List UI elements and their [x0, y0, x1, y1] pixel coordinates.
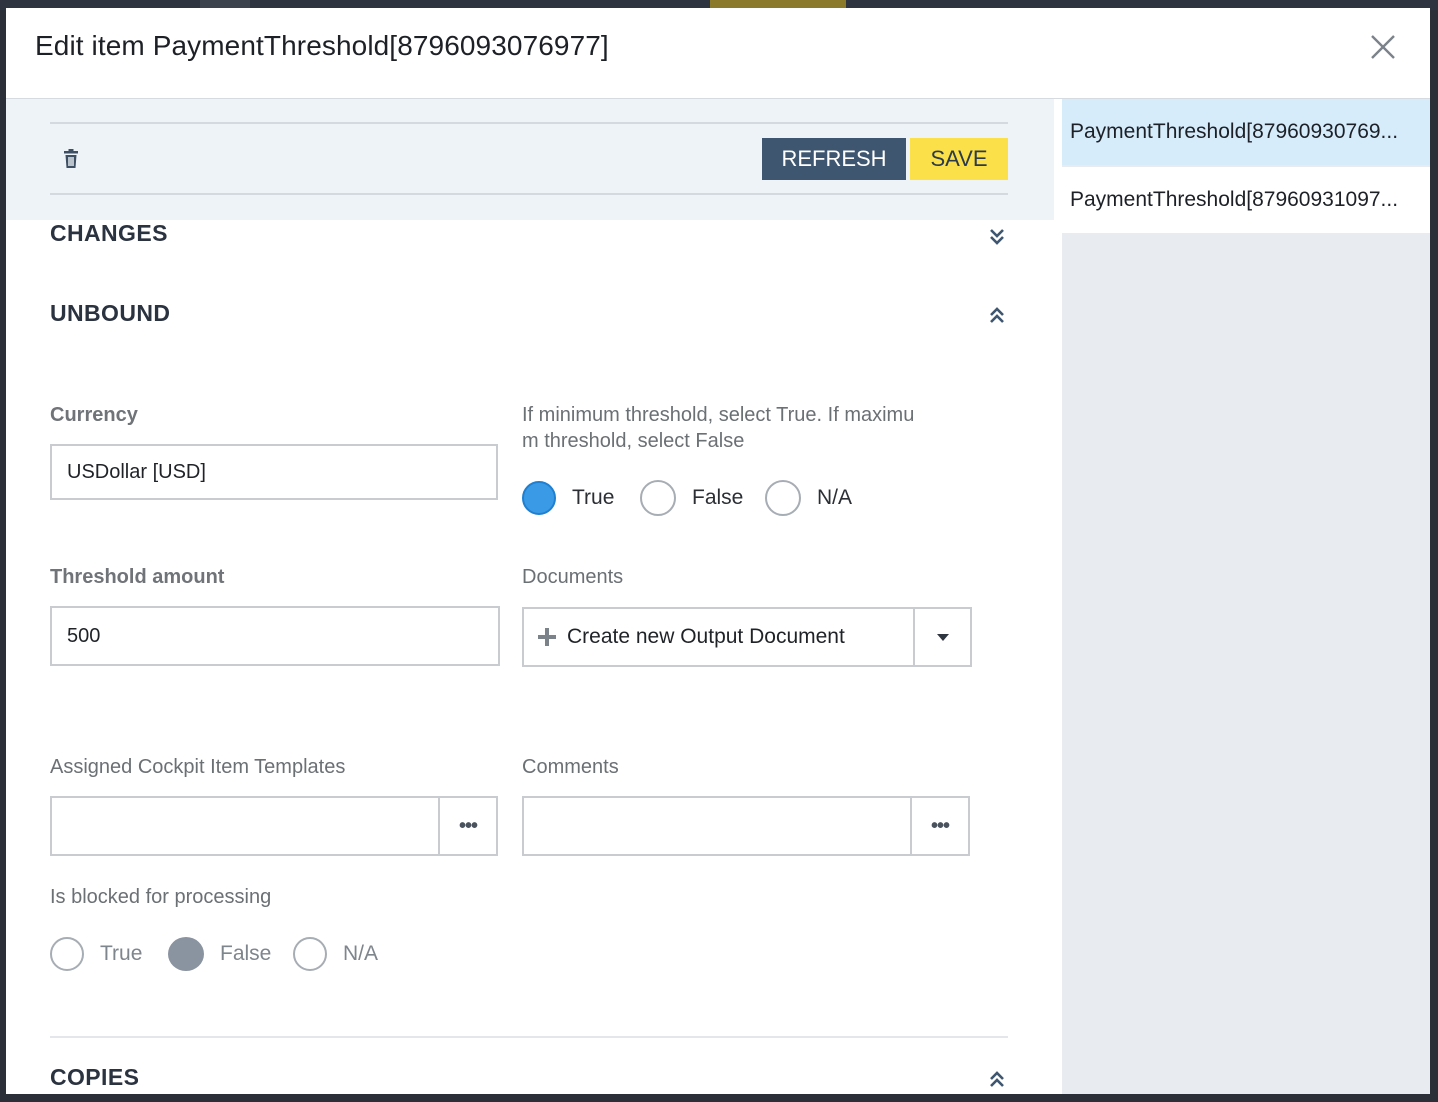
chevron-double-down-icon[interactable] — [987, 226, 1007, 248]
close-icon[interactable] — [1366, 30, 1400, 64]
threshold-amount-value: 500 — [67, 624, 101, 647]
radio-label-na: N/A — [343, 942, 379, 965]
create-output-document-button[interactable]: Create new Output Document — [524, 609, 914, 665]
documents-select: Create new Output Document — [522, 607, 972, 667]
cockpit-templates-label: Assigned Cockpit Item Templates — [50, 756, 346, 778]
radio-unselected-icon — [50, 937, 84, 971]
currency-field[interactable]: USDollar [USD] — [50, 444, 498, 500]
modal-header: Edit item PaymentThreshold[8796093076977… — [6, 8, 1430, 99]
radio-label-true: True — [572, 486, 615, 509]
min-threshold-radio-true[interactable]: True — [522, 480, 614, 516]
more-options-icon[interactable]: ••• — [912, 798, 968, 854]
list-item[interactable]: PaymentThreshold[87960930769... — [1062, 99, 1430, 165]
min-threshold-label-line2: m threshold, select False — [522, 430, 745, 452]
section-title-unbound[interactable]: UNBOUND — [50, 300, 170, 327]
editor-toolbar: REFRESH SAVE — [6, 99, 1054, 220]
create-output-document-label: Create new Output Document — [567, 625, 845, 648]
cockpit-templates-field: ••• — [50, 796, 498, 856]
save-button[interactable]: SAVE — [910, 138, 1008, 180]
comments-label: Comments — [522, 756, 619, 778]
chevron-double-up-icon[interactable] — [987, 1069, 1007, 1091]
radio-label-na: N/A — [817, 486, 853, 509]
radio-label-true: True — [100, 942, 143, 965]
trash-icon[interactable] — [62, 148, 80, 170]
item-list-pane: PaymentThreshold[87960930769... PaymentT… — [1062, 99, 1430, 1094]
currency-label: Currency — [50, 404, 138, 426]
section-title-changes[interactable]: CHANGES — [50, 220, 168, 247]
list-item[interactable]: PaymentThreshold[87960931097... — [1062, 167, 1430, 233]
list-item-label: PaymentThreshold[87960931097... — [1070, 188, 1399, 211]
radio-unselected-icon — [293, 937, 327, 971]
threshold-amount-field[interactable]: 500 — [50, 606, 500, 666]
min-threshold-radio-group: True False N/A — [522, 480, 942, 516]
comments-field: ••• — [522, 796, 970, 856]
min-threshold-radio-false[interactable]: False — [640, 480, 743, 516]
radio-selected-icon — [522, 481, 556, 515]
blocked-radio-false[interactable]: False — [168, 936, 271, 972]
section-title-copies[interactable]: COPIES — [50, 1064, 139, 1091]
list-item-label: PaymentThreshold[87960930769... — [1070, 120, 1399, 143]
radio-label-false: False — [220, 942, 272, 965]
comments-input[interactable] — [524, 798, 910, 854]
editor-pane: REFRESH SAVE CHANGES UNBOUND Currency US… — [6, 99, 1054, 1094]
min-threshold-label-line1: If minimum threshold, select True. If ma… — [522, 404, 915, 426]
edit-item-modal: Edit item PaymentThreshold[8796093076977… — [6, 8, 1430, 1094]
cockpit-templates-input[interactable] — [52, 798, 438, 854]
blocked-label: Is blocked for processing — [50, 886, 272, 908]
blocked-radio-group: True False N/A — [50, 936, 410, 972]
radio-unselected-icon — [640, 480, 676, 516]
blocked-radio-na[interactable]: N/A — [293, 936, 378, 972]
radio-unselected-icon — [765, 480, 801, 516]
modal-title: Edit item PaymentThreshold[8796093076977… — [35, 30, 609, 61]
radio-selected-icon — [168, 937, 204, 971]
documents-label: Documents — [522, 566, 624, 588]
currency-value: USDollar [USD] — [67, 460, 206, 483]
chevron-double-up-icon[interactable] — [987, 305, 1007, 327]
min-threshold-radio-na[interactable]: N/A — [765, 480, 852, 516]
threshold-amount-label: Threshold amount — [50, 566, 225, 588]
caret-down-icon[interactable] — [915, 609, 970, 665]
refresh-button[interactable]: REFRESH — [762, 138, 906, 180]
section-divider — [50, 1036, 1008, 1038]
blocked-radio-true[interactable]: True — [50, 936, 142, 972]
radio-label-false: False — [692, 486, 744, 509]
more-options-icon[interactable]: ••• — [440, 798, 496, 854]
toolbar-divider-top — [50, 122, 1008, 124]
plus-icon — [538, 628, 556, 646]
toolbar-divider-bottom — [50, 193, 1008, 195]
